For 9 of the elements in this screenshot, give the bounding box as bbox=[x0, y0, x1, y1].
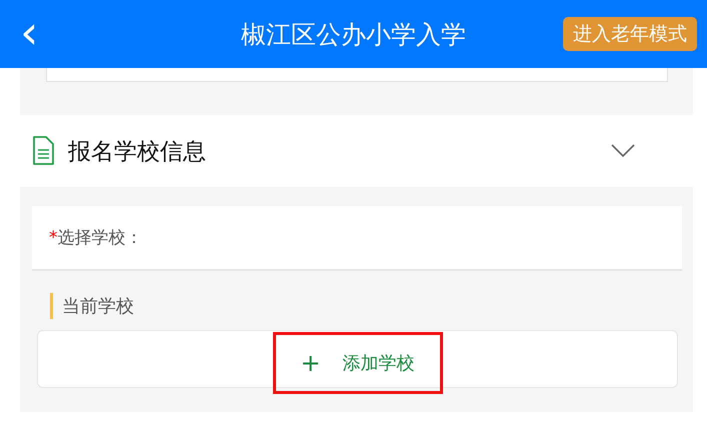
current-school-heading: 当前学校 bbox=[62, 295, 134, 318]
add-school-button[interactable]: + 添加学校 bbox=[272, 332, 442, 394]
school-select-field[interactable]: *选择学校： bbox=[32, 206, 682, 271]
page-title: 椒江区公办小学入学 bbox=[241, 18, 466, 50]
chevron-icon[interactable] bbox=[611, 144, 635, 158]
elder-mode-button[interactable]: 进入老年模式 bbox=[563, 17, 697, 51]
back-button[interactable]: ‹ bbox=[14, 10, 44, 54]
document-icon bbox=[32, 136, 54, 166]
section-title: 报名学校信息 bbox=[68, 138, 207, 166]
